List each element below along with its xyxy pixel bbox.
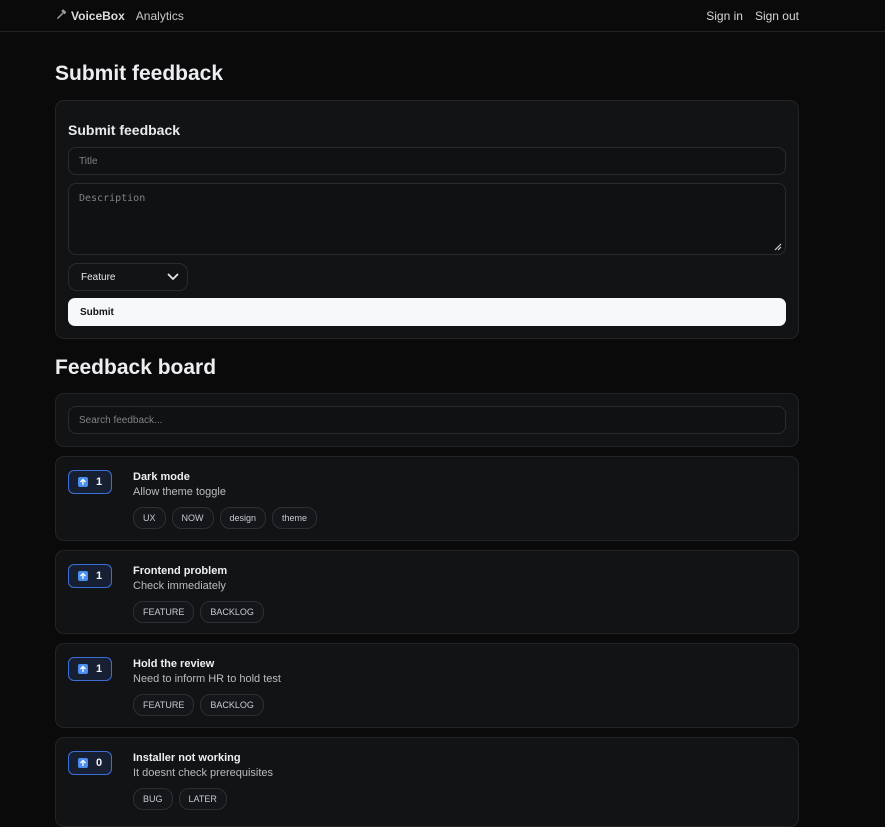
submit-button[interactable]: Submit	[68, 298, 786, 326]
tag: design	[219, 507, 267, 529]
hammer-icon	[56, 8, 67, 23]
feedback-item: 1 Frontend problem Check immediately FEA…	[55, 550, 799, 634]
tag-list: UX NOW design theme	[133, 507, 318, 529]
item-description: It doesnt check prerequisites	[133, 767, 274, 779]
tag: BACKLOG	[200, 694, 264, 716]
arrow-up-icon	[77, 664, 88, 674]
search-card: Search feedback...	[55, 393, 799, 447]
tag: theme	[272, 507, 318, 529]
vote-count: 0	[95, 757, 103, 769]
upvote-button[interactable]: 0	[68, 751, 112, 775]
item-title[interactable]: Hold the review	[133, 658, 214, 670]
tag: LATER	[178, 788, 227, 810]
tag-list: BUG LATER	[133, 788, 227, 810]
vote-count: 1	[95, 476, 103, 488]
feedback-item: 1 Hold the review Need to inform HR to h…	[55, 643, 799, 728]
feedback-item: 1 Dark mode Allow theme toggle UX NOW de…	[55, 456, 799, 541]
form-title: Submit feedback	[68, 122, 181, 138]
page-title: Submit feedback	[55, 62, 224, 85]
item-title[interactable]: Installer not working	[133, 752, 241, 764]
tag: FEATURE	[133, 601, 195, 623]
upvote-button[interactable]: 1	[68, 657, 112, 681]
sign-out-link[interactable]: Sign out	[755, 9, 799, 23]
item-description: Allow theme toggle	[133, 486, 226, 498]
auth-links: Sign in Sign out	[706, 9, 799, 23]
vote-count: 1	[95, 663, 103, 675]
title-input[interactable]: Title	[68, 147, 786, 175]
board-title: Feedback board	[55, 356, 217, 379]
description-textarea[interactable]: Description	[68, 183, 786, 255]
category-select[interactable]: Feature	[68, 263, 188, 291]
nav-link-analytics[interactable]: Analytics	[136, 9, 184, 23]
submit-feedback-form: Submit feedback Title Description Featur…	[55, 100, 799, 339]
arrow-up-icon	[77, 477, 88, 487]
item-title[interactable]: Frontend problem	[133, 565, 227, 577]
tag: UX	[133, 507, 166, 529]
brand: VoiceBox Analytics	[56, 9, 184, 23]
tag: FEATURE	[133, 694, 195, 716]
top-nav: VoiceBox Analytics Sign in Sign out	[0, 0, 885, 32]
tag: BACKLOG	[200, 601, 264, 623]
brand-name[interactable]: VoiceBox	[71, 9, 125, 23]
search-input[interactable]: Search feedback...	[68, 406, 786, 434]
tag-list: FEATURE BACKLOG	[133, 694, 264, 716]
arrow-up-icon	[77, 571, 88, 581]
item-description: Need to inform HR to hold test	[133, 673, 281, 685]
tag-list: FEATURE BACKLOG	[133, 601, 264, 623]
upvote-button[interactable]: 1	[68, 470, 112, 494]
sign-in-link[interactable]: Sign in	[706, 9, 743, 23]
feedback-item: 0 Installer not working It doesnt check …	[55, 737, 799, 827]
tag: NOW	[171, 507, 214, 529]
upvote-button[interactable]: 1	[68, 564, 112, 588]
category-select-value: Feature	[81, 271, 116, 283]
item-description: Check immediately	[133, 580, 226, 592]
resize-handle-icon[interactable]	[774, 243, 782, 251]
chevron-down-icon	[167, 273, 179, 280]
arrow-up-icon	[77, 758, 88, 768]
item-title[interactable]: Dark mode	[133, 471, 190, 483]
description-placeholder: Description	[79, 193, 146, 204]
tag: BUG	[133, 788, 173, 810]
vote-count: 1	[95, 570, 103, 582]
